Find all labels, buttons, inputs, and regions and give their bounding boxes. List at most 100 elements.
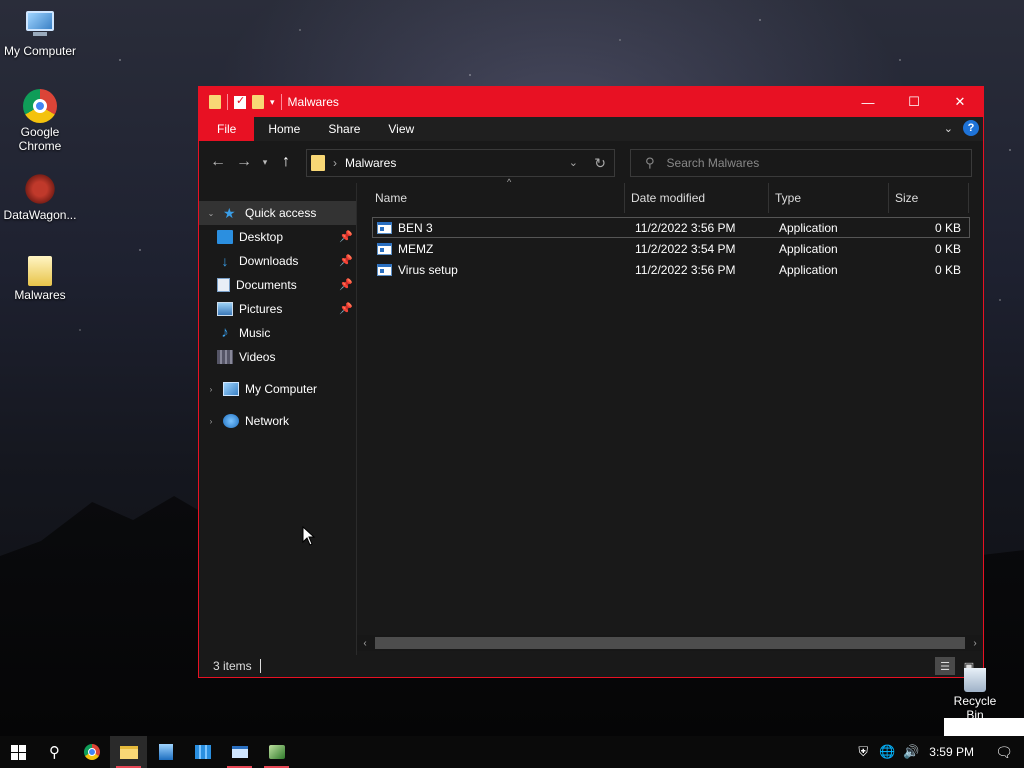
sidebar-item-documents[interactable]: Documents 📌 <box>199 273 356 297</box>
application-icon <box>268 745 285 759</box>
address-history-icon[interactable]: ⌄ <box>569 156 578 169</box>
desktop-icon-datawagon[interactable]: DataWagon... <box>0 172 80 222</box>
up-arrow-icon[interactable]: ↑ <box>273 149 299 175</box>
star-icon: ★ <box>223 205 236 221</box>
desktop-icon-recycle-bin[interactable]: Recycle Bin <box>944 668 1006 722</box>
pin-icon: 📌 <box>339 303 353 315</box>
customize-toolbar-icon[interactable]: ▾ <box>270 97 275 108</box>
sidebar-item-my-computer[interactable]: › My Computer <box>199 377 356 401</box>
taskbar-chrome[interactable] <box>73 736 110 768</box>
search-icon: ⚲ <box>645 155 655 170</box>
application-icon <box>377 221 392 234</box>
ribbon-right-controls: ⌄ ? <box>944 120 979 136</box>
chrome-icon <box>23 89 57 123</box>
taskbar-app-2[interactable] <box>184 736 221 768</box>
taskbar-file-explorer[interactable] <box>110 736 147 768</box>
expand-chevron-icon[interactable]: › <box>205 417 217 426</box>
file-size: 0 KB <box>934 241 961 256</box>
sidebar-item-label: Music <box>239 326 271 340</box>
tab-home[interactable]: Home <box>254 117 314 141</box>
pin-icon: 📌 <box>339 231 353 243</box>
desktop-icon-google-chrome[interactable]: Google Chrome <box>0 89 80 153</box>
refresh-icon[interactable]: ↻ <box>594 155 606 172</box>
column-header-name[interactable]: Name <box>369 183 625 213</box>
column-header-size[interactable]: Size <box>889 183 969 213</box>
volume-icon[interactable]: 🔊 <box>899 744 923 760</box>
sidebar-item-videos[interactable]: Videos <box>199 345 356 369</box>
pin-icon: 📌 <box>339 255 353 267</box>
search-icon: ⚲ <box>49 744 60 761</box>
breadcrumb[interactable]: Malwares <box>345 156 396 170</box>
search-input[interactable] <box>666 156 947 170</box>
taskbar-app-3[interactable] <box>221 736 258 768</box>
download-icon: ↓ <box>221 253 229 269</box>
column-header-date[interactable]: Date modified <box>625 183 769 213</box>
scroll-right-icon[interactable]: › <box>967 638 983 649</box>
tab-share[interactable]: Share <box>314 117 374 141</box>
sidebar-item-quick-access[interactable]: ⌄ ★ Quick access <box>199 201 356 225</box>
file-type: Application <box>779 220 838 235</box>
tab-view[interactable]: View <box>374 117 428 141</box>
window-controls: — ☐ ✕ <box>845 87 983 117</box>
maximize-button[interactable]: ☐ <box>891 87 937 117</box>
application-icon <box>231 746 248 758</box>
close-button[interactable]: ✕ <box>937 87 983 117</box>
desktop-icon-my-computer[interactable]: My Computer <box>0 8 80 58</box>
application-icon <box>194 745 211 759</box>
sidebar-item-music[interactable]: ♪ Music <box>199 321 356 345</box>
recycle-bin-icon <box>964 668 986 692</box>
explorer-body: ⌄ ★ Quick access Desktop 📌 ↓ Downloads 📌… <box>199 177 983 655</box>
breadcrumb-chevron-icon[interactable]: › <box>333 156 337 170</box>
sidebar-item-desktop[interactable]: Desktop 📌 <box>199 225 356 249</box>
status-bar: 3 items ☰ ▣ <box>199 655 983 677</box>
navigation-pane: ⌄ ★ Quick access Desktop 📌 ↓ Downloads 📌… <box>199 183 357 655</box>
security-shield-icon[interactable]: ⛨ <box>851 744 875 760</box>
datawagon-icon <box>23 172 57 206</box>
address-bar[interactable]: › Malwares ⌄ ↻ <box>306 149 615 177</box>
title-bar[interactable]: ▾ Malwares — ☐ ✕ <box>199 87 983 117</box>
taskbar-search-button[interactable]: ⚲ <box>36 736 73 768</box>
forward-arrow-icon[interactable]: → <box>231 149 257 175</box>
table-row[interactable]: MEMZ 11/2/2022 3:54 PM Application 0 KB <box>372 238 970 259</box>
folder-icon <box>311 155 325 171</box>
column-header-type[interactable]: Type <box>769 183 889 213</box>
network-globe-icon[interactable]: 🌐 <box>875 744 899 760</box>
window-title: Malwares <box>287 95 339 109</box>
horizontal-scrollbar[interactable]: ‹ › <box>357 635 983 651</box>
item-count: 3 items <box>213 659 252 673</box>
scrollbar-thumb[interactable] <box>375 637 965 649</box>
taskbar-app-1[interactable] <box>147 736 184 768</box>
desktop-icon-malwares[interactable]: Malwares <box>0 256 80 302</box>
minimize-button[interactable]: — <box>845 87 891 117</box>
file-name: BEN 3 <box>398 220 433 235</box>
navigation-bar: ← → ▾ ↑ › Malwares ⌄ ↻ ⚲ <box>199 141 983 183</box>
desktop-icon-label: Malwares <box>14 288 66 302</box>
sidebar-item-label: Quick access <box>245 206 317 220</box>
sidebar-item-pictures[interactable]: Pictures 📌 <box>199 297 356 321</box>
sidebar-item-downloads[interactable]: ↓ Downloads 📌 <box>199 249 356 273</box>
taskbar-app-4[interactable] <box>258 736 295 768</box>
properties-icon[interactable] <box>234 94 246 109</box>
new-folder-icon[interactable] <box>252 95 264 109</box>
expand-chevron-icon[interactable]: › <box>205 385 217 394</box>
network-icon <box>223 414 239 428</box>
collapse-chevron-icon[interactable]: ⌄ <box>205 209 217 218</box>
file-name: MEMZ <box>398 241 434 256</box>
chrome-icon <box>83 744 100 760</box>
expand-ribbon-icon[interactable]: ⌄ <box>944 122 953 135</box>
back-arrow-icon[interactable]: ← <box>205 149 231 175</box>
table-row[interactable]: BEN 3 11/2/2022 3:56 PM Application 0 KB <box>372 217 970 238</box>
recent-locations-icon[interactable]: ▾ <box>257 149 273 175</box>
desktop-icon-label: DataWagon... <box>3 208 77 222</box>
sidebar-item-network[interactable]: › Network <box>199 409 356 433</box>
start-button[interactable] <box>0 736 36 768</box>
table-row[interactable]: Virus setup 11/2/2022 3:56 PM Applicatio… <box>372 259 970 280</box>
taskbar: ⚲ ⛨ 🌐 🔊 3:59 PM 🗨 <box>0 736 1024 768</box>
clock[interactable]: 3:59 PM <box>923 745 984 759</box>
scroll-left-icon[interactable]: ‹ <box>357 638 373 649</box>
notification-icon[interactable]: 🗨 <box>984 744 1024 761</box>
search-box[interactable]: ⚲ <box>630 149 972 177</box>
tab-file[interactable]: File <box>199 117 255 141</box>
sidebar-item-label: Pictures <box>239 302 283 316</box>
help-icon[interactable]: ? <box>963 120 979 136</box>
